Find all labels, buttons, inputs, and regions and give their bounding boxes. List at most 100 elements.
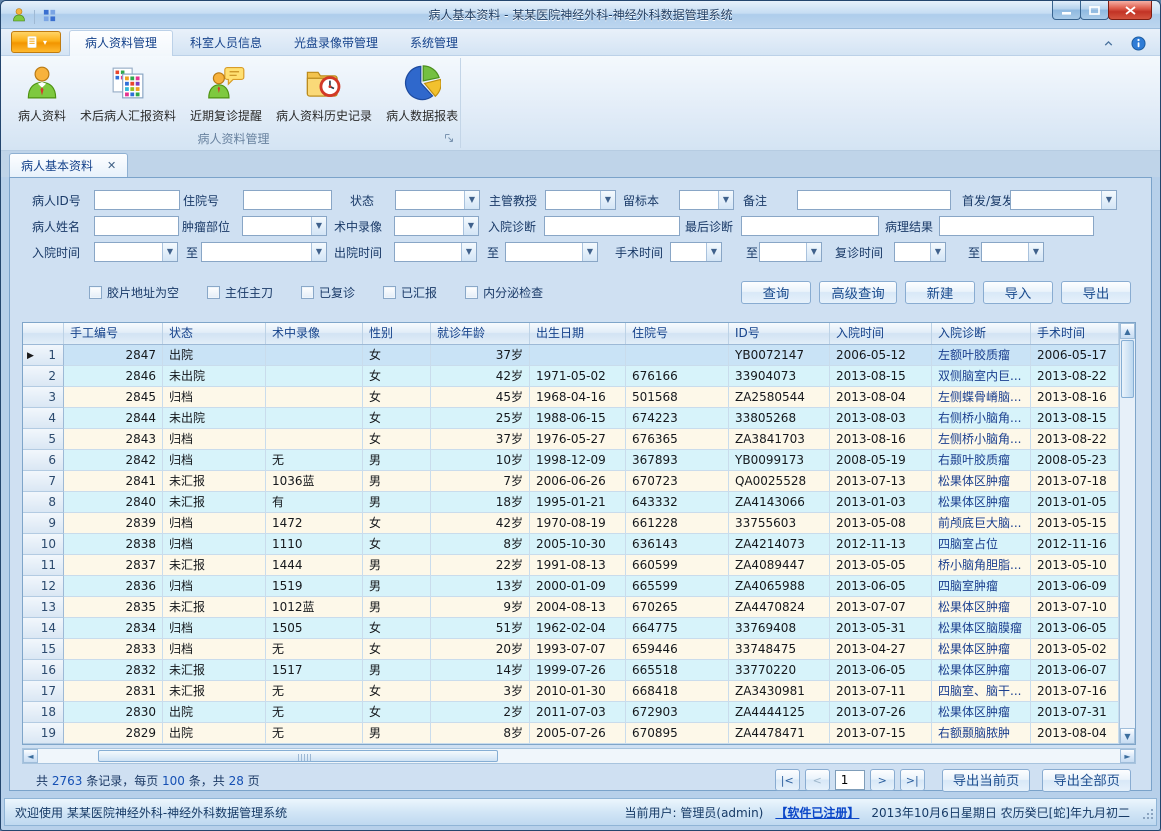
revisited-checkbox[interactable]: 已复诊 <box>301 284 355 301</box>
remark-input[interactable] <box>797 190 951 210</box>
scroll-right-icon[interactable]: ► <box>1120 749 1135 763</box>
export-all-pages-button[interactable]: 导出全部页 <box>1042 769 1131 792</box>
chevron-down-icon[interactable]: ▼ <box>600 191 615 209</box>
table-row[interactable]: 172831未汇报无女3岁2010-01-30668418ZA343098120… <box>23 681 1135 702</box>
table-row[interactable]: 32845归档女45岁1968-04-16501568ZA25805442013… <box>23 387 1135 408</box>
admission-date-from-combo[interactable]: ▼ <box>94 242 178 262</box>
reported-checkbox[interactable]: 已汇报 <box>383 284 437 301</box>
export-current-page-button[interactable]: 导出当前页 <box>942 769 1031 792</box>
revisit-date-from-combo[interactable]: ▼ <box>894 242 946 262</box>
column-header-intraop-video[interactable]: 术中录像 <box>266 323 363 344</box>
table-row[interactable]: 132835未汇报1012蓝男9岁2004-08-13670265ZA44708… <box>23 597 1135 618</box>
patient-info-button[interactable]: 病人资料 <box>11 62 73 126</box>
column-header-admission-no[interactable]: 住院号 <box>626 323 729 344</box>
collapse-ribbon-icon[interactable] <box>1102 37 1115 53</box>
minimize-button[interactable] <box>1052 1 1081 20</box>
prev-page-button[interactable]: < <box>805 769 830 791</box>
software-registered-link[interactable]: 【软件已注册】 <box>775 804 859 821</box>
page-input[interactable] <box>835 770 865 790</box>
horizontal-scrollbar[interactable]: ◄ ► <box>22 748 1136 764</box>
vertical-scrollbar[interactable]: ▲ ▼ <box>1119 323 1135 744</box>
column-header-row-indicator[interactable] <box>23 323 64 344</box>
table-row[interactable]: 72841未汇报1036蓝男7岁2006-06-26670723QA002552… <box>23 471 1135 492</box>
export-button[interactable]: 导出 <box>1061 281 1131 304</box>
table-row[interactable]: 192829出院无男8岁2005-07-26670895ZA4478471201… <box>23 723 1135 744</box>
chevron-down-icon[interactable]: ▼ <box>311 217 326 235</box>
surgery-date-to-combo[interactable]: ▼ <box>759 242 822 262</box>
column-header-birth-date[interactable]: 出生日期 <box>530 323 626 344</box>
close-button[interactable] <box>1108 1 1152 20</box>
chevron-down-icon[interactable]: ▼ <box>464 191 479 209</box>
table-row[interactable]: 122836归档1519男13岁2000-01-09665599ZA406598… <box>23 576 1135 597</box>
table-row[interactable]: 152833归档无女20岁1993-07-0765944633748475201… <box>23 639 1135 660</box>
first-or-relapse-combo[interactable]: ▼ <box>1010 190 1117 210</box>
tab-patient-data-management[interactable]: 病人资料管理 <box>69 30 173 56</box>
chevron-down-icon[interactable]: ▼ <box>930 243 945 261</box>
endocrine-exam-checkbox[interactable]: 内分泌检查 <box>465 284 543 301</box>
column-header-admission-date[interactable]: 入院时间 <box>830 323 932 344</box>
column-header-gender[interactable]: 性别 <box>363 323 431 344</box>
table-row[interactable]: 102838归档1110女8岁2005-10-30636143ZA4214073… <box>23 534 1135 555</box>
app-menu-button[interactable]: ▾ <box>11 31 61 53</box>
column-header-id-no[interactable]: ID号 <box>729 323 830 344</box>
new-button[interactable]: 新建 <box>905 281 975 304</box>
checkbox-icon[interactable] <box>301 286 314 299</box>
intraop-video-combo[interactable]: ▼ <box>394 216 479 236</box>
checkbox-icon[interactable] <box>207 286 220 299</box>
final-diagnosis-input[interactable] <box>741 216 879 236</box>
patient-name-input[interactable] <box>94 216 179 236</box>
import-button[interactable]: 导入 <box>983 281 1053 304</box>
maximize-button[interactable] <box>1080 1 1109 20</box>
chevron-down-icon[interactable]: ▼ <box>718 191 733 209</box>
column-header-status[interactable]: 状态 <box>163 323 266 344</box>
film-address-empty-checkbox[interactable]: 胶片地址为空 <box>89 284 179 301</box>
chief-surgeon-checkbox[interactable]: 主任主刀 <box>207 284 273 301</box>
postop-report-button[interactable]: 术后病人汇报资料 <box>73 62 183 126</box>
table-row[interactable]: 82840未汇报有男18岁1995-01-21643332ZA414306620… <box>23 492 1135 513</box>
doc-tab-close-icon[interactable]: ✕ <box>107 159 116 172</box>
revisit-date-to-combo[interactable]: ▼ <box>981 242 1044 262</box>
chevron-down-icon[interactable]: ▼ <box>463 217 478 235</box>
column-header-visit-age[interactable]: 就诊年龄 <box>431 323 530 344</box>
surgery-date-from-combo[interactable]: ▼ <box>670 242 722 262</box>
table-row[interactable]: 182830出院无女2岁2011-07-03672903ZA4444125201… <box>23 702 1135 723</box>
scroll-left-icon[interactable]: ◄ <box>23 749 38 763</box>
column-header-surgery-date[interactable]: 手术时间 <box>1031 323 1119 344</box>
doc-tab-patient-basic-info[interactable]: 病人基本资料 ✕ <box>9 153 128 177</box>
table-row[interactable]: 162832未汇报1517男14岁1999-07-266655183377022… <box>23 660 1135 681</box>
checkbox-icon[interactable] <box>383 286 396 299</box>
info-icon[interactable] <box>1131 36 1146 54</box>
admission-diagnosis-input[interactable] <box>544 216 680 236</box>
tab-department-staff[interactable]: 科室人员信息 <box>175 32 277 56</box>
tumor-site-combo[interactable]: ▼ <box>242 216 327 236</box>
specimen-kept-combo[interactable]: ▼ <box>679 190 734 210</box>
dialog-launcher-icon[interactable] <box>444 133 456 145</box>
vertical-scroll-thumb[interactable] <box>1121 340 1134 398</box>
next-page-button[interactable]: > <box>870 769 895 791</box>
chevron-down-icon[interactable]: ▼ <box>162 243 177 261</box>
table-row[interactable]: 112837未汇报1444男22岁1991-08-13660599ZA40894… <box>23 555 1135 576</box>
table-row[interactable]: 142834归档1505女51岁1962-02-0466477533769408… <box>23 618 1135 639</box>
chevron-down-icon[interactable]: ▼ <box>806 243 821 261</box>
checkbox-icon[interactable] <box>465 286 478 299</box>
discharge-date-to-combo[interactable]: ▼ <box>505 242 598 262</box>
first-page-button[interactable]: |< <box>775 769 800 791</box>
table-row[interactable]: 42844未出院女25岁1988-06-15674223338052682013… <box>23 408 1135 429</box>
tab-system-management[interactable]: 系统管理 <box>395 32 473 56</box>
last-page-button[interactable]: >| <box>900 769 925 791</box>
table-row[interactable]: 22846未出院女42岁1971-05-02676166339040732013… <box>23 366 1135 387</box>
column-header-admission-diagnosis[interactable]: 入院诊断 <box>932 323 1031 344</box>
chevron-down-icon[interactable]: ▼ <box>311 243 326 261</box>
data-report-button[interactable]: 病人数据报表 <box>379 62 465 126</box>
patient-id-input[interactable] <box>94 190 180 210</box>
chevron-down-icon[interactable]: ▼ <box>582 243 597 261</box>
table-row[interactable]: 92839归档1472女42岁1970-08-19661228337556032… <box>23 513 1135 534</box>
horizontal-scroll-thumb[interactable] <box>98 750 498 762</box>
chevron-down-icon[interactable]: ▼ <box>1028 243 1043 261</box>
chevron-down-icon[interactable]: ▼ <box>1101 191 1116 209</box>
pathology-result-input[interactable] <box>939 216 1094 236</box>
advanced-query-button[interactable]: 高级查询 <box>819 281 897 304</box>
table-row[interactable]: 52843归档女37岁1976-05-27676365ZA38417032013… <box>23 429 1135 450</box>
revisit-reminder-button[interactable]: 近期复诊提醒 <box>183 62 269 126</box>
admission-no-input[interactable] <box>243 190 332 210</box>
